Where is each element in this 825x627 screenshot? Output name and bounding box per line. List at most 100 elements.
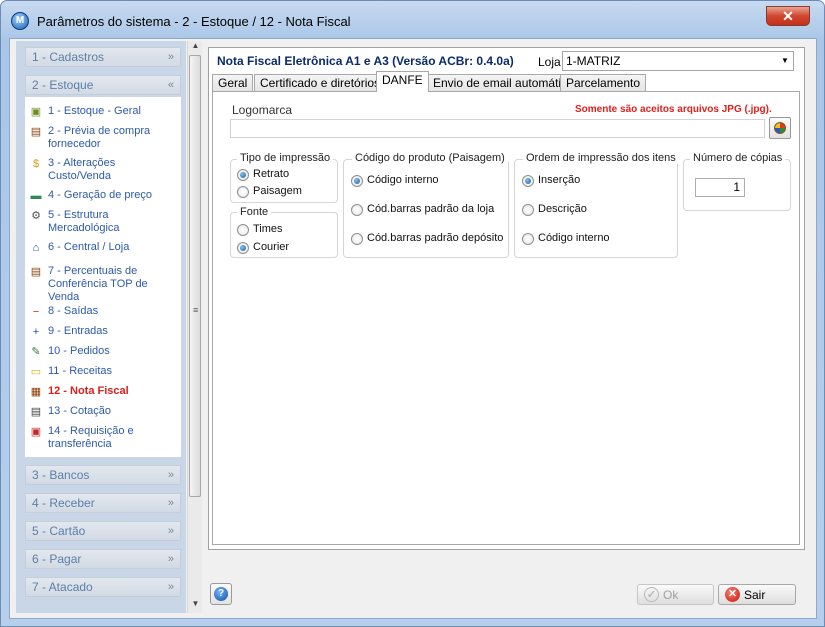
codigo-produto-title: Código do produto (Paisagem) bbox=[352, 152, 508, 164]
sidebar-group-3[interactable]: 3 - Bancos » bbox=[25, 465, 181, 485]
sidebar-group-cadastros[interactable]: 1 - Cadastros » bbox=[25, 47, 181, 67]
fonte-group: Fonte Times Courier bbox=[230, 206, 338, 258]
sidebar-item-label: 8 - Saídas bbox=[48, 305, 99, 317]
tab-geral[interactable]: Geral bbox=[212, 74, 254, 92]
tab-certificado[interactable]: Certificado e diretórios bbox=[254, 74, 387, 92]
tipo-impressao-group: Tipo de impressão Retrato Paisagem bbox=[230, 152, 338, 203]
numero-copias-input[interactable]: 1 bbox=[695, 178, 745, 197]
splitter-grip-icon[interactable]: ≡ bbox=[193, 305, 199, 315]
clipboard-check-icon: ▤ bbox=[30, 266, 42, 278]
sidebar-scrollbar[interactable]: ▲ ▼ bbox=[187, 41, 202, 613]
numero-copias-title: Número de cópias bbox=[690, 152, 786, 164]
window-close-button[interactable]: ✕ bbox=[766, 6, 810, 26]
ordem-impressao-group: Ordem de impressão dos itens Inserção De… bbox=[514, 152, 679, 258]
order-icon: ✎ bbox=[31, 346, 41, 358]
radio-button-icon bbox=[522, 204, 534, 216]
sidebar-item-label: 13 - Cotação bbox=[48, 405, 111, 417]
chevron-down-icon: » bbox=[167, 525, 174, 537]
sidebar-item-label: 3 - Alterações Custo/Venda bbox=[48, 157, 116, 182]
sidebar-item-label: 14 - Requisição e transferência bbox=[48, 425, 134, 450]
scrollbar-thumb[interactable] bbox=[189, 55, 201, 497]
radio-label: Inserção bbox=[538, 174, 581, 186]
sidebar-group-estoque-items: ▣ 1 - Estoque - Geral ▤ 2 - Prévia de compr… bbox=[25, 97, 181, 457]
radio-button-icon bbox=[237, 242, 249, 254]
sidebar-group-5[interactable]: 5 - Cartão » bbox=[25, 521, 181, 541]
radio-button-icon bbox=[237, 169, 249, 181]
tab-danfe[interactable]: DANFE bbox=[376, 71, 429, 92]
title-bar[interactable]: M Parâmetros do sistema - 2 - Estoque / … bbox=[1, 1, 824, 39]
sidebar-group-label: 5 - Cartão bbox=[32, 524, 86, 538]
sidebar-item-label: 1 - Estoque - Geral bbox=[48, 105, 141, 117]
gears-icon: ⚙ bbox=[31, 210, 41, 222]
money-icon: ▬ bbox=[30, 190, 42, 202]
plus-circle-icon: + bbox=[32, 326, 40, 338]
logomarca-warning: Somente são aceitos arquivos JPG (.jpg). bbox=[575, 104, 772, 115]
app-logo-icon: M bbox=[11, 12, 29, 30]
palette-icon bbox=[774, 122, 786, 134]
check-icon: ✓ bbox=[644, 587, 659, 602]
chevron-down-icon: » bbox=[167, 469, 174, 481]
radio-label: Código interno bbox=[538, 232, 610, 244]
scroll-down-icon[interactable]: ▼ bbox=[188, 599, 203, 611]
sair-button[interactable]: ✕ Sair bbox=[718, 584, 796, 605]
ordem-impressao-title: Ordem de impressão dos itens bbox=[523, 152, 679, 164]
radio-label: Retrato bbox=[253, 168, 290, 180]
window-title: Parâmetros do sistema - 2 - Estoque / 12… bbox=[37, 14, 351, 29]
bank-icon: ⌂ bbox=[32, 242, 40, 254]
page-title: Nota Fiscal Eletrônica A1 e A3 (Versão A… bbox=[217, 54, 514, 68]
radio-button-icon bbox=[237, 224, 249, 236]
help-icon: ? bbox=[214, 587, 228, 601]
loja-select[interactable]: 1-MATRIZ ▼ bbox=[562, 51, 794, 71]
chevron-down-icon: » bbox=[167, 581, 174, 593]
sidebar-item-label: 6 - Central / Loja bbox=[48, 241, 130, 253]
sidebar-group-label: 6 - Pagar bbox=[32, 552, 82, 566]
chevron-down-icon: » bbox=[167, 553, 174, 565]
tab-envio-email[interactable]: Envio de email automático bbox=[427, 74, 580, 92]
ok-button[interactable]: ✓ Ok bbox=[637, 584, 714, 605]
tipo-impressao-title: Tipo de impressão bbox=[237, 152, 334, 164]
logomarca-field[interactable] bbox=[230, 119, 765, 138]
window-client-area: 1 - Cadastros » 2 - Estoque « ▣ 1 - Estoq… bbox=[9, 38, 817, 619]
scroll-up-icon[interactable]: ▲ bbox=[188, 41, 203, 53]
tab-parcelamento[interactable]: Parcelamento bbox=[560, 74, 647, 92]
sidebar-item-label: 4 - Geração de preço bbox=[48, 189, 152, 201]
radio-label: Paisagem bbox=[253, 185, 302, 197]
clipboard-icon: ▤ bbox=[30, 126, 42, 138]
sidebar-group-label: 3 - Bancos bbox=[32, 468, 90, 482]
sidebar-group-label: 4 - Receber bbox=[32, 496, 95, 510]
danfe-tab-content: Logomarca Somente são aceitos arquivos J… bbox=[212, 91, 800, 545]
sidebar-group-label: 7 - Atacado bbox=[32, 580, 93, 594]
radio-label: Código interno bbox=[367, 174, 439, 186]
radio-label: Times bbox=[253, 223, 283, 235]
sidebar-group-label: 2 - Estoque bbox=[32, 78, 94, 92]
logomarca-label: Logomarca bbox=[232, 103, 293, 117]
radio-label: Cód.barras padrão da loja bbox=[367, 203, 495, 215]
radio-button-icon bbox=[351, 204, 363, 216]
dropdown-arrow-icon[interactable]: ▼ bbox=[777, 52, 793, 70]
radio-button-icon bbox=[351, 233, 363, 245]
sidebar-item-label: 10 - Pedidos bbox=[48, 345, 110, 357]
sidebar-group-7[interactable]: 7 - Atacado » bbox=[25, 577, 181, 597]
main-panel: Nota Fiscal Eletrônica A1 e A3 (Versão A… bbox=[208, 47, 805, 550]
radio-label: Cód.barras padrão depósito bbox=[367, 232, 504, 244]
sidebar-group-6[interactable]: 6 - Pagar » bbox=[25, 549, 181, 569]
stock-icon: ▣ bbox=[30, 106, 42, 118]
exit-icon: ✕ bbox=[725, 587, 740, 602]
radio-button-icon bbox=[522, 233, 534, 245]
sidebar-item-label: 7 - Percentuais de Conferência TOP de Ve… bbox=[48, 265, 148, 303]
chevron-up-icon: « bbox=[167, 79, 174, 91]
sidebar-item-label: 11 - Receitas bbox=[48, 365, 112, 377]
fonte-title: Fonte bbox=[237, 206, 272, 218]
chevron-down-icon: » bbox=[167, 51, 174, 63]
help-button[interactable]: ? bbox=[210, 583, 232, 605]
radio-button-icon bbox=[351, 175, 363, 187]
browse-logo-button[interactable] bbox=[769, 117, 791, 139]
ok-button-label: Ok bbox=[663, 588, 679, 602]
sidebar-group-label: 1 - Cadastros bbox=[32, 50, 105, 64]
sidebar-item-label: 5 - Estrutura Mercadológica bbox=[48, 209, 120, 234]
sidebar-group-estoque[interactable]: 2 - Estoque « bbox=[25, 75, 181, 95]
sidebar-group-4[interactable]: 4 - Receber » bbox=[25, 493, 181, 513]
radio-button-icon bbox=[522, 175, 534, 187]
app-window: M Parâmetros do sistema - 2 - Estoque / … bbox=[0, 0, 825, 627]
radio-label: Descrição bbox=[538, 203, 587, 215]
